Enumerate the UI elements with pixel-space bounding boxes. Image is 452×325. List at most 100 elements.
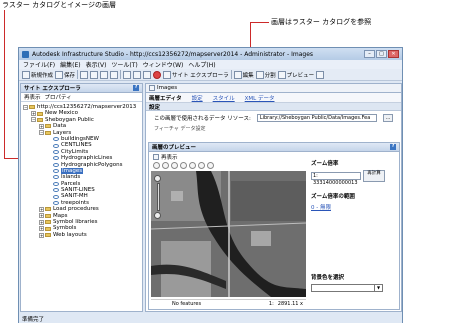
zoom-window-icon[interactable]: [189, 162, 196, 169]
style-link[interactable]: スタイル: [213, 94, 235, 102]
preview-button[interactable]: プレビュー: [277, 70, 315, 79]
cut-icon[interactable]: [110, 70, 119, 79]
help-icon[interactable]: ?: [390, 144, 396, 150]
open-icon[interactable]: [80, 70, 89, 79]
map-scale: 2891.11 x: [277, 301, 303, 307]
preview-title: 画層のプレビュー: [152, 145, 197, 151]
menu-file[interactable]: ファイル(F): [23, 60, 55, 69]
layer-icon: [53, 143, 59, 148]
zoom-out-icon[interactable]: [180, 162, 187, 169]
layer-editor-header: 画層エディタ 設定 スタイル XML データ: [146, 93, 401, 103]
toolbar-separator: [120, 70, 122, 79]
layer-icon: [149, 85, 155, 91]
app-icon: [22, 50, 29, 58]
map-status-bar: No features 1: 2891.11 x: [151, 299, 306, 308]
pan-tool-icon[interactable]: [162, 162, 169, 169]
folder-icon: [45, 124, 51, 129]
expand-icon[interactable]: +: [39, 219, 44, 225]
map-refresh-label: 再表示: [161, 155, 178, 161]
copy-icon[interactable]: [90, 70, 99, 79]
new-button[interactable]: 新規作成: [22, 70, 54, 79]
zoom-slider[interactable]: [154, 175, 162, 219]
refresh-icon: [153, 154, 159, 160]
menu-view[interactable]: 表示(V): [86, 60, 107, 69]
preview-header: 画層のプレビュー ?: [149, 143, 399, 152]
menu-tools[interactable]: ツール(T): [111, 60, 137, 69]
save-button[interactable]: 保存: [55, 70, 76, 79]
background-color-select[interactable]: ▼: [311, 284, 383, 292]
aerial-image[interactable]: [151, 171, 306, 297]
help-icon[interactable]: ?: [133, 85, 139, 91]
background-select-label: 背景色を選択: [311, 275, 345, 281]
undo-icon[interactable]: [123, 70, 132, 79]
preview-icon: [277, 70, 286, 79]
expand-icon[interactable]: +: [39, 232, 44, 238]
tree-item-label: Web layouts: [53, 231, 87, 238]
edit-button[interactable]: 編集: [233, 70, 254, 79]
collapse-icon[interactable]: −: [31, 117, 36, 123]
maximize-button[interactable]: □: [376, 50, 387, 58]
stop-icon[interactable]: [153, 70, 162, 79]
new-label: 新規作成: [31, 72, 54, 79]
fit-icon[interactable]: [207, 162, 214, 169]
edit-label: 編集: [242, 72, 254, 79]
site-explorer-button[interactable]: サイト エクスプローラ: [163, 70, 229, 79]
split-button[interactable]: 分割: [255, 70, 276, 79]
expand-icon[interactable]: +: [31, 111, 36, 117]
collapse-icon[interactable]: −: [39, 130, 44, 136]
select-tool-icon[interactable]: [153, 162, 160, 169]
save-icon: [55, 70, 64, 79]
site-explorer-tabs: 再表示 プロパティ: [21, 93, 142, 102]
preview-label: プレビュー: [286, 72, 315, 79]
tree-item[interactable]: + Web layouts: [23, 232, 140, 238]
settings-link[interactable]: 設定: [192, 94, 203, 102]
paste-icon[interactable]: [100, 70, 109, 79]
collapse-icon[interactable]: −: [23, 104, 28, 110]
site-explorer-header: サイト エクスプローラ ?: [21, 84, 142, 93]
layer-icon: [53, 149, 59, 154]
explorer-icon: [163, 70, 172, 79]
data-resource-field[interactable]: Library://Sheboygan Public/Data/Images.F…: [256, 114, 377, 122]
redo-icon[interactable]: [133, 70, 142, 79]
zoom-range-link[interactable]: 0 - 無限: [309, 203, 399, 211]
menu-edit[interactable]: 編集(E): [60, 60, 80, 69]
zoom-extents-icon[interactable]: [198, 162, 205, 169]
settings-section-header[interactable]: 設定: [146, 103, 401, 111]
split-icon: [255, 70, 264, 79]
folder-icon: [37, 111, 43, 116]
document-tab[interactable]: Images: [146, 84, 401, 93]
xml-data-link[interactable]: XML データ: [245, 94, 275, 102]
minimize-button[interactable]: –: [364, 50, 375, 58]
browse-button[interactable]: ...: [383, 114, 393, 122]
expand-icon[interactable]: +: [39, 213, 44, 219]
expand-icon[interactable]: +: [39, 206, 44, 212]
help-icon[interactable]: [316, 70, 325, 79]
feature-count: No features: [172, 301, 202, 307]
map-refresh-tab[interactable]: 再表示: [151, 153, 306, 161]
zoom-in-icon[interactable]: [171, 162, 178, 169]
zoom-panel: ズーム倍率 1: 33314000000013 再計算 ズーム倍率の範囲 0 -…: [309, 153, 399, 309]
scale-prefix: 1:: [268, 301, 274, 307]
layer-editor-title: 画層エディタ: [149, 95, 182, 102]
folder-icon: [45, 226, 51, 231]
zoom-factor-input[interactable]: 1: 33314000000013: [311, 172, 361, 186]
tab-properties[interactable]: プロパティ: [45, 93, 72, 101]
layer-icon: [53, 194, 59, 199]
edit-icon: [233, 70, 242, 79]
save-label: 保存: [64, 72, 76, 79]
expand-icon[interactable]: +: [39, 123, 44, 129]
menu-window[interactable]: ウィンドウ(W): [143, 60, 184, 69]
feature-settings-row[interactable]: フィーチャ データ設定: [146, 125, 401, 132]
refresh-icon[interactable]: [143, 70, 152, 79]
site-explorer-label: サイト エクスプローラ: [172, 72, 229, 79]
folder-icon: [45, 233, 51, 237]
tab-refresh[interactable]: 再表示: [24, 93, 41, 101]
settings-section-label: 設定: [149, 104, 161, 111]
tree-item[interactable]: − http://ccs12356272/mapserver2013: [23, 104, 140, 110]
menu-help[interactable]: ヘルプ(H): [188, 60, 215, 69]
folder-icon: [45, 207, 51, 212]
layer-icon: [53, 181, 59, 186]
close-button[interactable]: ✕: [388, 50, 399, 58]
recalculate-button[interactable]: 再計算: [363, 170, 385, 182]
expand-icon[interactable]: +: [39, 226, 44, 232]
